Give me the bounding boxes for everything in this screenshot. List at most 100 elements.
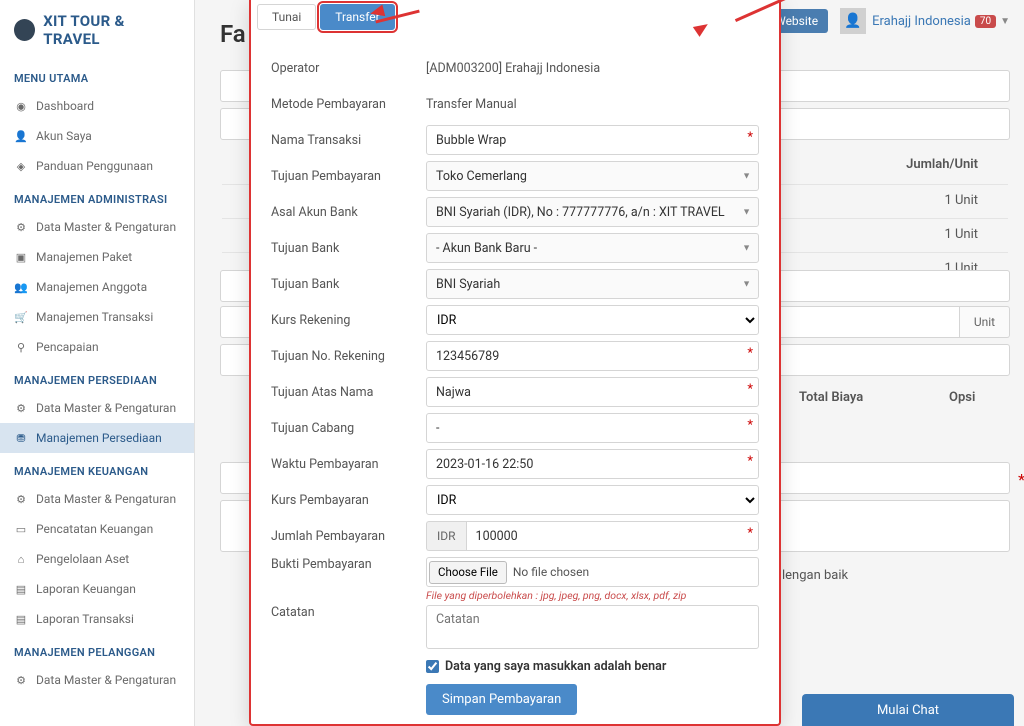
input-waktu[interactable] — [426, 449, 759, 479]
label-jumlah: Jumlah Pembayaran — [271, 529, 426, 544]
sidebar-item-data-master-keuangan[interactable]: ⚙Data Master & Pengaturan — [0, 484, 194, 514]
unit-label: Unit — [960, 306, 1010, 338]
currency-addon: IDR — [426, 521, 466, 551]
label-tujuan-pembayaran: Tujuan Pembayaran — [271, 169, 426, 184]
chat-button[interactable]: Mulai Chat — [802, 694, 1014, 726]
sidebar-item-label: Laporan Keuangan — [36, 582, 136, 596]
section-menu-utama: MENU UTAMA — [0, 60, 194, 91]
input-no-rekening[interactable] — [426, 341, 759, 371]
input-cabang[interactable] — [426, 413, 759, 443]
sidebar-item-label: Manajemen Paket — [36, 250, 132, 264]
sidebar-item-pencatatan-keuangan[interactable]: ▭ Pencatatan Keuangan — [0, 514, 194, 544]
file-input-wrap[interactable]: Choose File No file chosen — [426, 557, 759, 587]
sidebar-item-laporan-transaksi[interactable]: ▤Laporan Transaksi — [0, 604, 194, 634]
brand: XIT TOUR & TRAVEL — [0, 0, 194, 60]
sidebar-item-label: Manajemen Persediaan — [36, 431, 162, 445]
chat-label: Mulai Chat — [877, 703, 939, 718]
value-operator: [ADM003200] Erahajj Indonesia — [426, 57, 759, 80]
label-catatan: Catatan — [271, 605, 426, 620]
select-tujuan-bank-1[interactable]: - Akun Bank Baru - — [426, 233, 759, 263]
select-kurs-pembayaran[interactable]: IDR — [426, 485, 759, 515]
sidebar-item-pengelolaan-aset[interactable]: ⌂ Pengelolaan Aset — [0, 544, 194, 574]
bg-note: lengan baik — [782, 568, 848, 583]
sidebar-item-data-master-persediaan[interactable]: ⚙ Data Master & Pengaturan — [0, 393, 194, 423]
tab-transfer[interactable]: Transfer — [320, 4, 394, 30]
sidebar: XIT TOUR & TRAVEL MENU UTAMA ◉Dashboard … — [0, 0, 195, 726]
notification-badge: 70 — [975, 15, 996, 28]
section-keuangan: MANAJEMEN KEUANGAN — [0, 453, 194, 484]
brand-icon — [14, 19, 35, 41]
avatar[interactable]: 👤 — [840, 8, 866, 34]
choose-file-button[interactable]: Choose File — [429, 561, 507, 584]
input-jumlah[interactable] — [466, 521, 759, 551]
label-tujuan-bank-1: Tujuan Bank — [271, 241, 426, 256]
label-cabang: Tujuan Cabang — [271, 421, 426, 436]
file-name-text: No file chosen — [513, 565, 589, 579]
sidebar-item-label: Manajemen Anggota — [36, 280, 147, 294]
ledger-icon: ▭ — [14, 522, 28, 536]
required-marker: * — [1018, 470, 1024, 489]
file-hint: File yang diperbolehkan : jpg, jpeg, png… — [426, 589, 759, 602]
label-metode: Metode Pembayaran — [271, 97, 426, 112]
sidebar-item-pencapaian[interactable]: ⚲ Pencapaian — [0, 332, 194, 362]
label-asal-akun-bank: Asal Akun Bank — [271, 205, 426, 220]
label-kurs-rekening: Kurs Rekening — [271, 313, 426, 328]
col-opsi: Opsi — [916, 380, 1008, 415]
sidebar-item-dashboard[interactable]: ◉ Dashboard — [0, 91, 194, 121]
sidebar-item-label: Manajemen Transaksi — [36, 310, 153, 324]
section-pelanggan: MANAJEMEN PELANGGAN — [0, 634, 194, 665]
label-kurs-pembayaran: Kurs Pembayaran — [271, 493, 426, 508]
gear-icon: ⚙ — [14, 673, 28, 687]
sidebar-item-laporan-keuangan[interactable]: ▤ Laporan Keuangan — [0, 574, 194, 604]
form-body: Operator [ADM003200] Erahajj Indonesia M… — [251, 30, 779, 725]
users-icon: 👥 — [14, 280, 28, 294]
sidebar-item-label: Data Master & Pengaturan — [36, 673, 176, 687]
sidebar-item-paket[interactable]: ▣ Manajemen Paket — [0, 242, 194, 272]
user-name[interactable]: Erahajj Indonesia — [872, 14, 971, 29]
chevron-down-icon[interactable]: ▼ — [1000, 16, 1010, 27]
select-tujuan-pembayaran[interactable]: Toko Cemerlang — [426, 161, 759, 191]
sidebar-item-manajemen-persediaan[interactable]: ⛃Manajemen Persediaan — [0, 423, 194, 453]
textarea-catatan[interactable] — [426, 605, 759, 649]
input-atas-nama[interactable] — [426, 377, 759, 407]
guide-icon: ◈ — [14, 159, 28, 173]
sidebar-item-data-master-pelanggan[interactable]: ⚙ Data Master & Pengaturan — [0, 665, 194, 695]
input-nama-transaksi[interactable] — [426, 125, 759, 155]
sidebar-item-panduan[interactable]: ◈ Panduan Penggunaan — [0, 151, 194, 181]
label-waktu: Waktu Pembayaran — [271, 457, 426, 472]
sidebar-item-label: Pencapaian — [36, 340, 99, 354]
brand-text: XIT TOUR & TRAVEL — [43, 12, 180, 48]
select-tujuan-bank-2[interactable]: BNI Syariah — [426, 269, 759, 299]
sidebar-item-data-master-admin[interactable]: ⚙ Data Master & Pengaturan — [0, 212, 194, 242]
label-operator: Operator — [271, 61, 426, 76]
confirm-checkbox[interactable] — [426, 660, 439, 673]
select-asal-akun-bank[interactable]: BNI Syariah (IDR), No : 777777776, a/n :… — [426, 197, 759, 227]
sidebar-item-label: Pengelolaan Aset — [36, 552, 129, 566]
gear-icon: ⚙ — [14, 401, 28, 415]
tab-tunai[interactable]: Tunai — [257, 4, 316, 30]
section-administrasi: MANAJEMEN ADMINISTRASI — [0, 181, 194, 212]
package-icon: ▣ — [14, 250, 28, 264]
sidebar-item-label: Dashboard — [36, 99, 94, 113]
sidebar-item-label: Data Master & Pengaturan — [36, 492, 176, 506]
sidebar-item-label: Data Master & Pengaturan — [36, 220, 176, 234]
label-atas-nama: Tujuan Atas Nama — [271, 385, 426, 400]
sidebar-item-label: Pencatatan Keuangan — [36, 522, 153, 536]
asset-icon: ⌂ — [14, 552, 28, 566]
value-metode: Transfer Manual — [426, 93, 759, 116]
select-kurs-rekening[interactable]: IDR — [426, 305, 759, 335]
target-icon: ⚲ — [14, 340, 28, 354]
label-nama-transaksi: Nama Transaksi — [271, 133, 426, 148]
dashboard-icon: ◉ — [14, 99, 28, 113]
sidebar-item-label: Laporan Transaksi — [36, 612, 134, 626]
sidebar-item-anggota[interactable]: 👥 Manajemen Anggota — [0, 272, 194, 302]
sidebar-item-label: Panduan Penggunaan — [36, 159, 153, 173]
payment-modal: Tunai Transfer Operator [ADM003200] Erah… — [249, 0, 781, 726]
sidebar-item-transaksi[interactable]: 🛒Manajemen Transaksi — [0, 302, 194, 332]
report-icon: ▤ — [14, 582, 28, 596]
sidebar-item-label: Data Master & Pengaturan — [36, 401, 176, 415]
gear-icon: ⚙ — [14, 220, 28, 234]
section-persediaan: MANAJEMEN PERSEDIAAN — [0, 362, 194, 393]
submit-button[interactable]: Simpan Pembayaran — [426, 684, 577, 715]
sidebar-item-akun-saya[interactable]: 👤Akun Saya — [0, 121, 194, 151]
